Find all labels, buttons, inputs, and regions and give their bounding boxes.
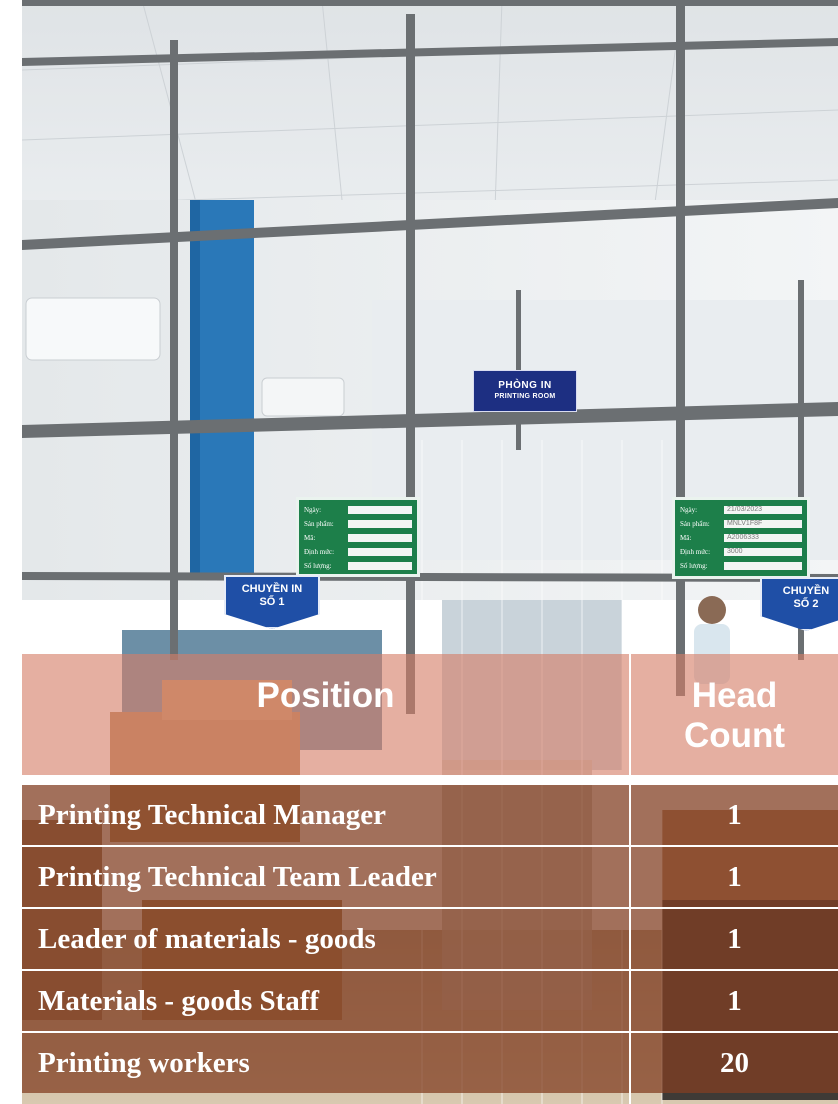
position-text: Printing Technical Manager — [38, 799, 386, 831]
headcount-table: Position Head Count Printing Technical M… — [22, 654, 838, 1104]
board-key: Số lượng: — [304, 561, 332, 570]
position-cell: Printing workers — [22, 1033, 629, 1093]
count-cell: 1 — [631, 909, 838, 969]
production-board-right: Ngày: 21/03/2023 Sản phẩm: MNLV1F8F Mã: A20… — [672, 497, 810, 579]
board-key: Định mức: — [680, 547, 711, 556]
count-text: 1 — [727, 861, 742, 893]
position-cell: Materials - goods Staff — [22, 971, 629, 1031]
board-row: Định mức: — [304, 545, 412, 558]
board-value: MNLV1F8F — [724, 519, 802, 528]
board-row: Sản phẩm: — [304, 517, 412, 530]
position-cell: Printing Technical Manager — [22, 785, 629, 845]
count-text: 20 — [720, 1047, 749, 1079]
board-key: Mã: — [304, 533, 316, 542]
room-sign-vi: PHÒNG IN — [498, 380, 552, 391]
board-value — [724, 561, 802, 570]
board-value: A2006333 — [724, 533, 802, 542]
table-row: Printing Technical Manager 1 — [22, 785, 838, 845]
board-row: Số lượng: — [304, 559, 412, 572]
board-key: Sản phẩm: — [680, 519, 710, 528]
board-value — [348, 561, 412, 570]
air-conditioner — [25, 297, 161, 361]
count-text: 1 — [727, 799, 742, 831]
position-cell: Leader of materials - goods — [22, 909, 629, 969]
board-row: Định mức: 3000 — [680, 545, 802, 558]
board-row: Ngày: — [304, 503, 412, 516]
position-text: Printing Technical Team Leader — [38, 861, 437, 893]
line-sign-2-bottom: SỐ 2 — [793, 598, 819, 610]
board-key: Mã: — [680, 533, 692, 542]
board-row: Mã: — [304, 531, 412, 544]
position-text: Materials - goods Staff — [38, 985, 320, 1017]
position-text: Printing workers — [38, 1047, 250, 1079]
count-cell: 1 — [631, 785, 838, 845]
board-value — [348, 505, 412, 514]
line-sign-2-top: CHUYỀN — [782, 585, 830, 597]
blue-pillar — [190, 200, 254, 580]
board-key: Sản phẩm: — [304, 519, 334, 528]
ceiling — [22, 0, 838, 300]
board-value — [348, 547, 412, 556]
line-sign-1-top: CHUYỀN IN — [241, 583, 303, 595]
count-cell: 20 — [631, 1033, 838, 1093]
board-value — [348, 533, 412, 542]
board-key: Định mức: — [304, 547, 335, 556]
count-cell: 1 — [631, 971, 838, 1031]
board-row: Sản phẩm: MNLV1F8F — [680, 517, 802, 530]
header-separator — [22, 775, 838, 785]
column-separator — [629, 654, 631, 1104]
window-frame — [22, 0, 838, 714]
production-board-left: Ngày: Sản phẩm: Mã: Định mức: Số lượng: — [296, 497, 420, 577]
table-row: Leader of materials - goods 1 — [22, 909, 838, 969]
board-value: 3000 — [724, 547, 802, 556]
table-row: Printing Technical Team Leader 1 — [22, 847, 838, 907]
position-cell: Printing Technical Team Leader — [22, 847, 629, 907]
position-text: Leader of materials - goods — [38, 923, 376, 955]
board-key: Số lượng: — [680, 561, 708, 570]
header-position-label: Position — [256, 676, 395, 715]
board-key: Ngày: — [680, 505, 698, 514]
board-row: Số lượng: — [680, 559, 802, 572]
header-head-count: Head Count — [631, 654, 838, 775]
board-value — [348, 519, 412, 528]
count-text: 1 — [727, 923, 742, 955]
header-head-count-label: Head Count — [683, 676, 786, 755]
board-row: Ngày: 21/03/2023 — [680, 503, 802, 516]
board-value: 21/03/2023 — [724, 505, 802, 514]
table-row: Materials - goods Staff 1 — [22, 971, 838, 1031]
count-cell: 1 — [631, 847, 838, 907]
count-text: 1 — [727, 985, 742, 1017]
room-sign-en: PRINTING ROOM — [494, 393, 556, 400]
board-row: Mã: A2006333 — [680, 531, 802, 544]
printing-room-sign: PHÒNG IN PRINTING ROOM — [473, 370, 577, 412]
line-sign-1-bottom: SỐ 1 — [259, 596, 285, 608]
header-position: Position — [22, 654, 629, 775]
table-row: Printing workers 20 — [22, 1033, 838, 1093]
board-key: Ngày: — [304, 505, 322, 514]
